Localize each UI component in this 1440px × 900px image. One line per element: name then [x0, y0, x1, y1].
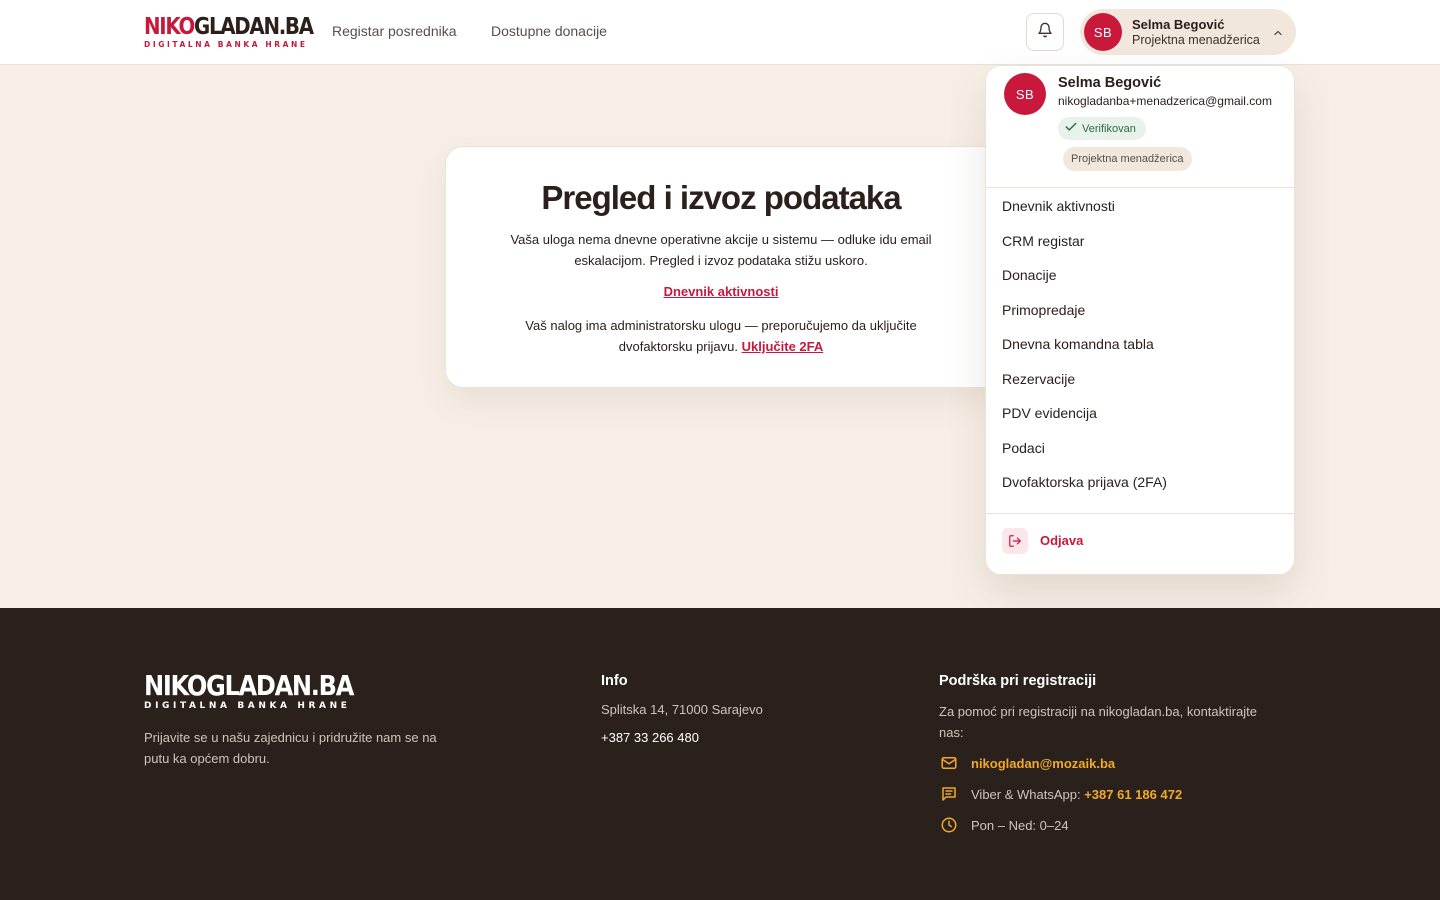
check-icon [1064, 120, 1078, 137]
verified-badge: Verifikovan [1058, 117, 1146, 140]
menu-item-podaci[interactable]: Podaci [986, 431, 1294, 466]
admin-2fa-note: Vaš nalog ima administratorsku ulogu — p… [491, 315, 951, 357]
site-footer: NIKOGLADAN.BA DIGITALNA BANKA HRANE Prij… [0, 608, 1440, 900]
dropdown-divider [986, 513, 1294, 514]
footer-messaging-label: Viber & WhatsApp: [971, 786, 1081, 802]
header-logo[interactable]: NIKOGLADAN.BA DIGITALNA BANKA HRANE [144, 14, 314, 49]
dropdown-avatar: SB [1004, 73, 1046, 115]
menu-item-dnevnik-aktivnosti[interactable]: Dnevnik aktivnosti [986, 189, 1294, 224]
footer-email-row: nikogladan@mozaik.ba [939, 752, 1115, 774]
user-name: Selma Begović [1132, 17, 1225, 32]
clock-icon [939, 815, 959, 835]
notifications-button[interactable] [1026, 13, 1064, 51]
dropdown-menu-list: Dnevnik aktivnosti CRM registar Donacije… [986, 189, 1294, 500]
verified-badge-label: Verifikovan [1082, 122, 1136, 135]
user-role: Projektna menadžerica [1132, 33, 1260, 47]
footer-info-heading: Info [601, 673, 628, 689]
menu-item-dnevna-komandna-tabla[interactable]: Dnevna komandna tabla [986, 327, 1294, 362]
footer-messaging-row: Viber & WhatsApp: +387 61 186 472 [939, 783, 1182, 805]
footer-hours-row: Pon – Ned: 0–24 [939, 814, 1069, 836]
footer-email-link[interactable]: nikogladan@mozaik.ba [971, 756, 1115, 771]
footer-address: Splitska 14, 71000 Sarajevo [601, 702, 763, 717]
top-header: NIKOGLADAN.BA DIGITALNA BANKA HRANE Regi… [0, 0, 1440, 65]
role-badge: Projektna menadžerica [1063, 147, 1192, 171]
menu-item-pdv-evidencija[interactable]: PDV evidencija [986, 396, 1294, 431]
dropdown-user-name: Selma Begović [1058, 75, 1162, 91]
logout-button[interactable]: Odjava [1040, 533, 1083, 548]
logo-text-dark: GLADAN.BA [194, 14, 314, 40]
logout-icon[interactable] [1002, 528, 1028, 554]
footer-logo-tagline: DIGITALNA BANKA HRANE [144, 701, 351, 711]
chat-icon [939, 784, 959, 804]
avatar: SB [1084, 13, 1122, 51]
mail-icon [939, 753, 959, 773]
menu-item-crm-registar[interactable]: CRM registar [986, 224, 1294, 259]
menu-item-rezervacije[interactable]: Rezervacije [986, 362, 1294, 397]
footer-phone[interactable]: +387 33 266 480 [601, 730, 699, 745]
footer-support-text: Za pomoć pri registraciji na nikogladan.… [939, 704, 1257, 740]
menu-item-2fa[interactable]: Dvofaktorska prijava (2FA) [986, 465, 1294, 500]
dropdown-user-email: nikogladanba+menadzerica@gmail.com [1058, 94, 1272, 108]
footer-logo[interactable]: NIKOGLADAN.BA DIGITALNA BANKA HRANE [144, 669, 387, 712]
page-title: Pregled i izvoz podataka [541, 179, 901, 216]
activity-log-link[interactable]: Dnevnik aktivnosti [446, 284, 996, 299]
user-menu-button[interactable]: SB Selma Begović Projektna menadžerica [1080, 9, 1296, 55]
footer-messaging-phone[interactable]: +387 61 186 472 [1084, 787, 1182, 802]
menu-item-primopredaje[interactable]: Primopredaje [986, 293, 1294, 328]
info-card: Pregled i izvoz podataka Vaša uloga nema… [445, 146, 1005, 388]
logo-text-red: NIKO [144, 14, 195, 40]
footer-description: Prijavite se u našu zajednicu i pridruži… [144, 730, 437, 766]
enable-2fa-link[interactable]: Uključite 2FA [742, 339, 824, 354]
nav-link-registar-posrednika[interactable]: Registar posrednika [332, 23, 457, 39]
footer-support-heading: Podrška pri registraciji [939, 673, 1097, 689]
user-dropdown-menu: SB Selma Begović nikogladanba+menadzeric… [985, 65, 1295, 575]
menu-item-donacije[interactable]: Donacije [986, 258, 1294, 293]
bell-icon [1037, 22, 1053, 43]
card-description: Vaša uloga nema dnevne operativne akcije… [510, 232, 932, 268]
dropdown-profile-header: SB Selma Begović nikogladanba+menadzeric… [986, 66, 1294, 188]
footer-logo-text: NIKOGLADAN.BA [144, 669, 354, 702]
footer-hours: Pon – Ned: 0–24 [971, 817, 1069, 833]
chevron-up-icon [1272, 26, 1284, 44]
admin-note-text: Vaš nalog ima administratorsku ulogu — p… [525, 318, 917, 354]
logo-tagline: DIGITALNA BANKA HRANE [144, 40, 308, 49]
nav-link-dostupne-donacije[interactable]: Dostupne donacije [491, 23, 607, 39]
